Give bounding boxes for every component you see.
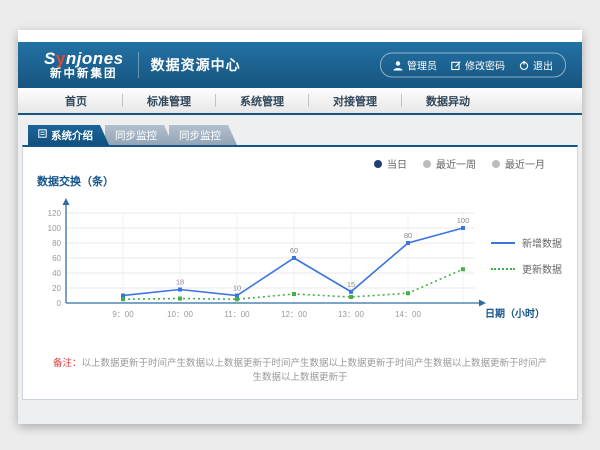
main-nav: 首页 标准管理 系统管理 对接管理 数据异动 (18, 88, 582, 115)
tab-label: 系统介绍 (51, 128, 93, 143)
filter-last-week[interactable]: 最近一周 (423, 156, 476, 171)
time-filter-group: 当日 最近一周 最近一月 (374, 156, 545, 171)
footnote-text: 以上数据更新于时间产生数据以上数据更新于时间产生数据以上数据更新于时间产生数据以… (82, 358, 548, 383)
svg-text:14：00: 14：00 (395, 310, 421, 319)
tab-system-intro[interactable]: 系统介绍 (28, 125, 109, 145)
svg-text:40: 40 (52, 269, 61, 278)
nav-item-connection-mgmt[interactable]: 对接管理 (309, 93, 401, 109)
svg-text:100: 100 (48, 224, 62, 233)
radio-icon (492, 160, 500, 168)
document-icon (38, 129, 47, 141)
logo-lightning-y: y (56, 49, 66, 68)
edit-icon (451, 60, 461, 70)
svg-text:18: 18 (176, 278, 184, 287)
solid-line-icon (491, 242, 515, 244)
nav-item-data-change[interactable]: 数据异动 (402, 93, 494, 109)
dotted-line-icon (491, 268, 515, 270)
svg-text:15: 15 (347, 280, 355, 289)
app-header: Synjones 新中新集团 数据资源中心 管理员 修改密码 退出 (18, 42, 582, 88)
svg-text:20: 20 (52, 284, 61, 293)
chart-panel: 当日 最近一周 最近一月 数据交换（条） 0 20 40 60 80 100 120 9：00… (22, 145, 578, 400)
filter-label: 最近一月 (505, 156, 545, 171)
svg-text:9：00: 9：00 (112, 310, 134, 319)
svg-text:0: 0 (57, 299, 62, 308)
tab-bar: 系统介绍 同步监控 同步监控 (28, 125, 582, 145)
logo-text-cn: 新中新集团 (44, 69, 124, 81)
nav-item-standard-mgmt[interactable]: 标准管理 (123, 93, 215, 109)
power-icon (519, 60, 529, 70)
user-button[interactable]: 管理员 (393, 58, 437, 73)
company-logo: Synjones 新中新集团 (44, 50, 124, 81)
svg-text:100: 100 (457, 216, 470, 225)
svg-text:10: 10 (233, 284, 241, 293)
radio-selected-icon (374, 160, 382, 168)
svg-text:11：00: 11：00 (224, 310, 250, 319)
user-icon (393, 60, 403, 70)
footnote-prefix: 备注： (53, 358, 82, 369)
svg-text:80: 80 (404, 231, 412, 240)
nav-item-system-mgmt[interactable]: 系统管理 (216, 93, 308, 109)
tab-label: 同步监控 (115, 128, 157, 143)
svg-text:13：00: 13：00 (338, 310, 364, 319)
logout-button[interactable]: 退出 (519, 58, 553, 73)
window-top-strip (18, 30, 582, 42)
user-label: 管理员 (407, 58, 437, 73)
filter-last-month[interactable]: 最近一月 (492, 156, 545, 171)
logo-text-en: Synjones (44, 50, 124, 67)
radio-icon (423, 160, 431, 168)
tab-sync-monitor-1[interactable]: 同步监控 (105, 125, 173, 145)
svg-text:12：00: 12：00 (281, 310, 307, 319)
tab-label: 同步监控 (179, 128, 221, 143)
svg-text:10：00: 10：00 (167, 310, 193, 319)
legend-item-new-data: 新增数据 (491, 235, 562, 250)
svg-text:日期（小时）: 日期（小时） (485, 307, 545, 320)
filter-today[interactable]: 当日 (374, 156, 407, 171)
content-area: 系统介绍 同步监控 同步监控 当日 最近一周 (18, 115, 582, 424)
svg-text:120: 120 (48, 209, 62, 218)
filter-label: 当日 (387, 156, 407, 171)
svg-text:60: 60 (52, 254, 61, 263)
page-title: 数据资源中心 (151, 55, 241, 75)
y-axis-title: 数据交换（条） (37, 173, 114, 189)
legend-item-updated-data: 更新数据 (491, 261, 562, 276)
svg-text:80: 80 (52, 239, 61, 248)
user-menu: 管理员 修改密码 退出 (380, 53, 566, 78)
tab-sync-monitor-2[interactable]: 同步监控 (169, 125, 237, 145)
svg-text:60: 60 (290, 246, 298, 255)
filter-label: 最近一周 (436, 156, 476, 171)
header-divider (138, 52, 139, 78)
nav-item-home[interactable]: 首页 (30, 93, 122, 109)
change-password-label: 修改密码 (465, 58, 505, 73)
footnote: 备注：以上数据更新于时间产生数据以上数据更新于时间产生数据以上数据更新于时间产生… (23, 355, 577, 383)
chart-legend: 新增数据 更新数据 (491, 235, 562, 287)
app-window: Synjones 新中新集团 数据资源中心 管理员 修改密码 退出 首页 标准管… (18, 30, 582, 424)
logout-label: 退出 (533, 58, 553, 73)
change-password-button[interactable]: 修改密码 (451, 58, 505, 73)
